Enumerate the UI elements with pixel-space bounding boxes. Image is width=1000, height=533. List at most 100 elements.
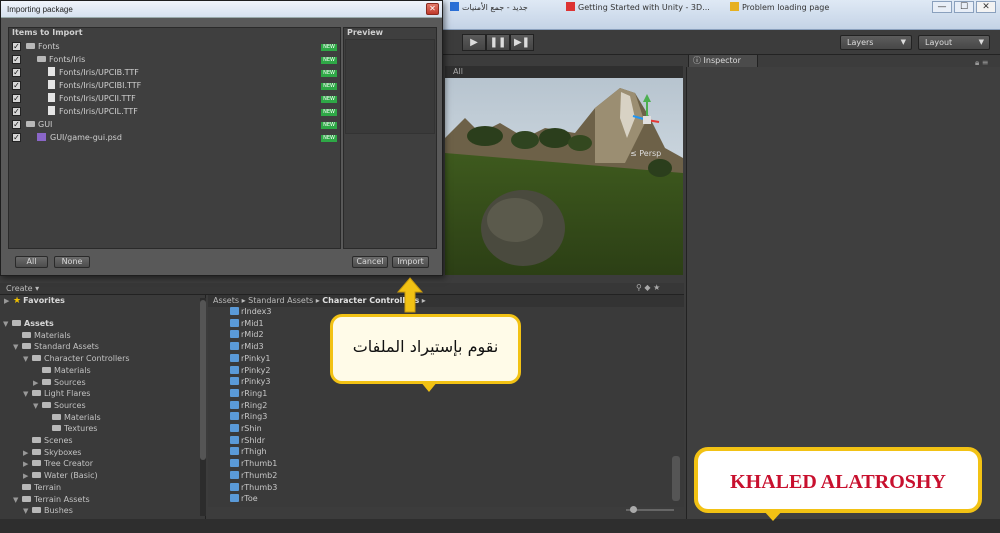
chevron-down-icon[interactable]: ▼ <box>13 341 22 353</box>
list-item[interactable]: rShldr <box>230 435 265 447</box>
transform-icon <box>230 494 239 503</box>
item-checkbox[interactable]: ✓ <box>12 55 21 64</box>
tree-item[interactable]: ▼ Character Controllers <box>23 353 130 365</box>
all-button[interactable]: All <box>15 256 48 268</box>
tree-item[interactable]: ▼ Standard Assets <box>13 341 99 353</box>
list-item[interactable]: rThumb2 <box>230 470 277 482</box>
tree-item[interactable]: ▼ Bushes <box>23 505 73 517</box>
maximize-button[interactable]: ☐ <box>954 1 974 13</box>
step-button[interactable]: ▶❚ <box>510 34 534 51</box>
import-item-row[interactable]: Fonts/Iris/UPCIB.TTF <box>48 67 139 79</box>
list-item[interactable]: rThumb1 <box>230 458 277 470</box>
tree-item[interactable]: Scenes <box>23 435 73 447</box>
chevron-right-icon[interactable]: ▶ <box>23 447 32 459</box>
import-item-row[interactable]: Fonts/Iris/UPCIBI.TTF <box>48 80 141 92</box>
file-list-scrollbar[interactable] <box>672 456 680 501</box>
play-button[interactable]: ▶ <box>462 34 486 51</box>
tree-item[interactable]: ▼ Terrain Assets <box>13 494 90 506</box>
layout-dropdown[interactable]: Layout ▼ <box>918 35 990 50</box>
folder-icon <box>37 56 46 62</box>
item-checkbox[interactable]: ✓ <box>12 133 21 142</box>
list-item[interactable]: rMid1 <box>230 318 264 330</box>
list-item[interactable]: rPinky3 <box>230 376 270 388</box>
layers-dropdown[interactable]: Layers ▼ <box>840 35 912 50</box>
chevron-right-icon[interactable]: ▶ <box>33 377 42 389</box>
tree-item[interactable]: ▼ Assets <box>3 318 54 330</box>
tree-item[interactable]: Materials <box>13 330 71 342</box>
import-item-row[interactable]: GUI <box>26 119 52 131</box>
persp-label[interactable]: ≤ Persp <box>630 149 661 158</box>
close-icon[interactable]: ✕ <box>426 3 439 15</box>
tree-item-label: Textures <box>64 424 98 434</box>
tree-item[interactable]: ▶ Water (Basic) <box>23 470 98 482</box>
list-item[interactable]: rThumb3 <box>230 482 277 494</box>
tree-item[interactable]: Materials <box>43 412 101 424</box>
chevron-right-icon[interactable]: ▶ <box>23 458 32 470</box>
chevron-down-icon[interactable]: ▼ <box>23 353 32 365</box>
cancel-button[interactable]: Cancel <box>352 256 388 268</box>
tree-item-label: Sources <box>54 400 86 410</box>
list-item[interactable]: rPinky2 <box>230 365 270 377</box>
pause-button[interactable]: ❚❚ <box>486 34 510 51</box>
create-button[interactable]: Create ▾ <box>6 284 39 293</box>
import-item-row[interactable]: Fonts <box>26 41 60 53</box>
image-file-icon <box>37 133 46 141</box>
project-filter-icons[interactable]: ⚲ ◆ ★ <box>636 283 660 292</box>
list-item[interactable]: rIndex3 <box>230 306 271 318</box>
import-item-row[interactable]: Fonts/Iris/UPCIL.TTF <box>48 106 138 118</box>
list-item[interactable]: rRing2 <box>230 400 267 412</box>
list-item[interactable]: rRing3 <box>230 411 267 423</box>
file-label: rShldr <box>241 435 266 445</box>
import-item-row[interactable]: Fonts/Iris/UPCII.TTF <box>48 93 136 105</box>
chevron-right-icon[interactable]: ▶ <box>23 470 32 482</box>
import-item-row[interactable]: GUI/game-gui.psd <box>37 132 122 144</box>
tree-item[interactable]: ▶ Tree Creator <box>23 458 93 470</box>
chevron-down-icon[interactable]: ▼ <box>23 505 32 517</box>
tree-item[interactable]: Materials <box>33 365 91 377</box>
minimize-button[interactable]: — <box>932 1 952 13</box>
tree-item-label: Water (Basic) <box>44 471 98 481</box>
item-checkbox[interactable]: ✓ <box>12 107 21 116</box>
tree-item[interactable]: ▶ Skyboxes <box>23 447 81 459</box>
folder-icon <box>32 460 41 467</box>
breadcrumb-assets[interactable]: Assets <box>213 296 239 305</box>
list-item[interactable]: rThigh <box>230 446 267 458</box>
scene-search[interactable]: All <box>445 66 683 78</box>
scene-view[interactable]: ≤ Persp <box>445 78 683 275</box>
tree-scrollbar-thumb[interactable] <box>200 300 206 460</box>
tree-item[interactable]: ▶ Sources <box>33 377 86 389</box>
breadcrumb-standard-assets[interactable]: Standard Assets <box>248 296 313 305</box>
none-button[interactable]: None <box>54 256 90 268</box>
item-checkbox[interactable]: ✓ <box>12 42 21 51</box>
item-checkbox[interactable]: ✓ <box>12 94 21 103</box>
chevron-down-icon[interactable]: ▼ <box>33 400 42 412</box>
chevron-down-icon[interactable]: ▼ <box>13 494 22 506</box>
tab-inspector[interactable]: ⓘ Inspector <box>688 54 758 67</box>
chevron-down-icon[interactable]: ▼ <box>23 388 32 400</box>
list-item[interactable]: rRing1 <box>230 388 267 400</box>
list-item[interactable]: rShin <box>230 423 262 435</box>
tree-item[interactable]: Terrain <box>13 482 61 494</box>
list-item[interactable]: rPinky1 <box>230 353 270 365</box>
transform-icon <box>230 412 239 421</box>
tree-item[interactable]: ▼ Light Flares <box>23 388 90 400</box>
item-checkbox[interactable]: ✓ <box>12 81 21 90</box>
import-item-row[interactable]: Fonts/Iris <box>37 54 85 66</box>
close-button[interactable]: ✕ <box>976 1 996 13</box>
import-button[interactable]: Import <box>392 256 429 268</box>
browser-tab-2[interactable]: Getting Started with Unity - 3D... <box>566 2 716 16</box>
new-badge: NEW <box>321 57 337 64</box>
new-badge: NEW <box>321 44 337 51</box>
list-item[interactable]: rMid3 <box>230 341 264 353</box>
list-item[interactable]: rMid2 <box>230 329 264 341</box>
browser-tab-3[interactable]: Problem loading page <box>730 2 840 16</box>
favorites-item[interactable]: ▶ ★ Favorites <box>4 295 65 307</box>
item-checkbox[interactable]: ✓ <box>12 120 21 129</box>
browser-tab-1[interactable]: جديد - جمع الأمنيات <box>450 2 560 16</box>
chevron-down-icon[interactable]: ▼ <box>3 318 12 330</box>
icon-size-slider-knob[interactable] <box>630 506 637 513</box>
tree-item[interactable]: Textures <box>43 423 97 435</box>
tree-item[interactable]: ▼ Sources <box>33 400 86 412</box>
item-checkbox[interactable]: ✓ <box>12 68 21 77</box>
list-item[interactable]: rToe <box>230 493 258 505</box>
